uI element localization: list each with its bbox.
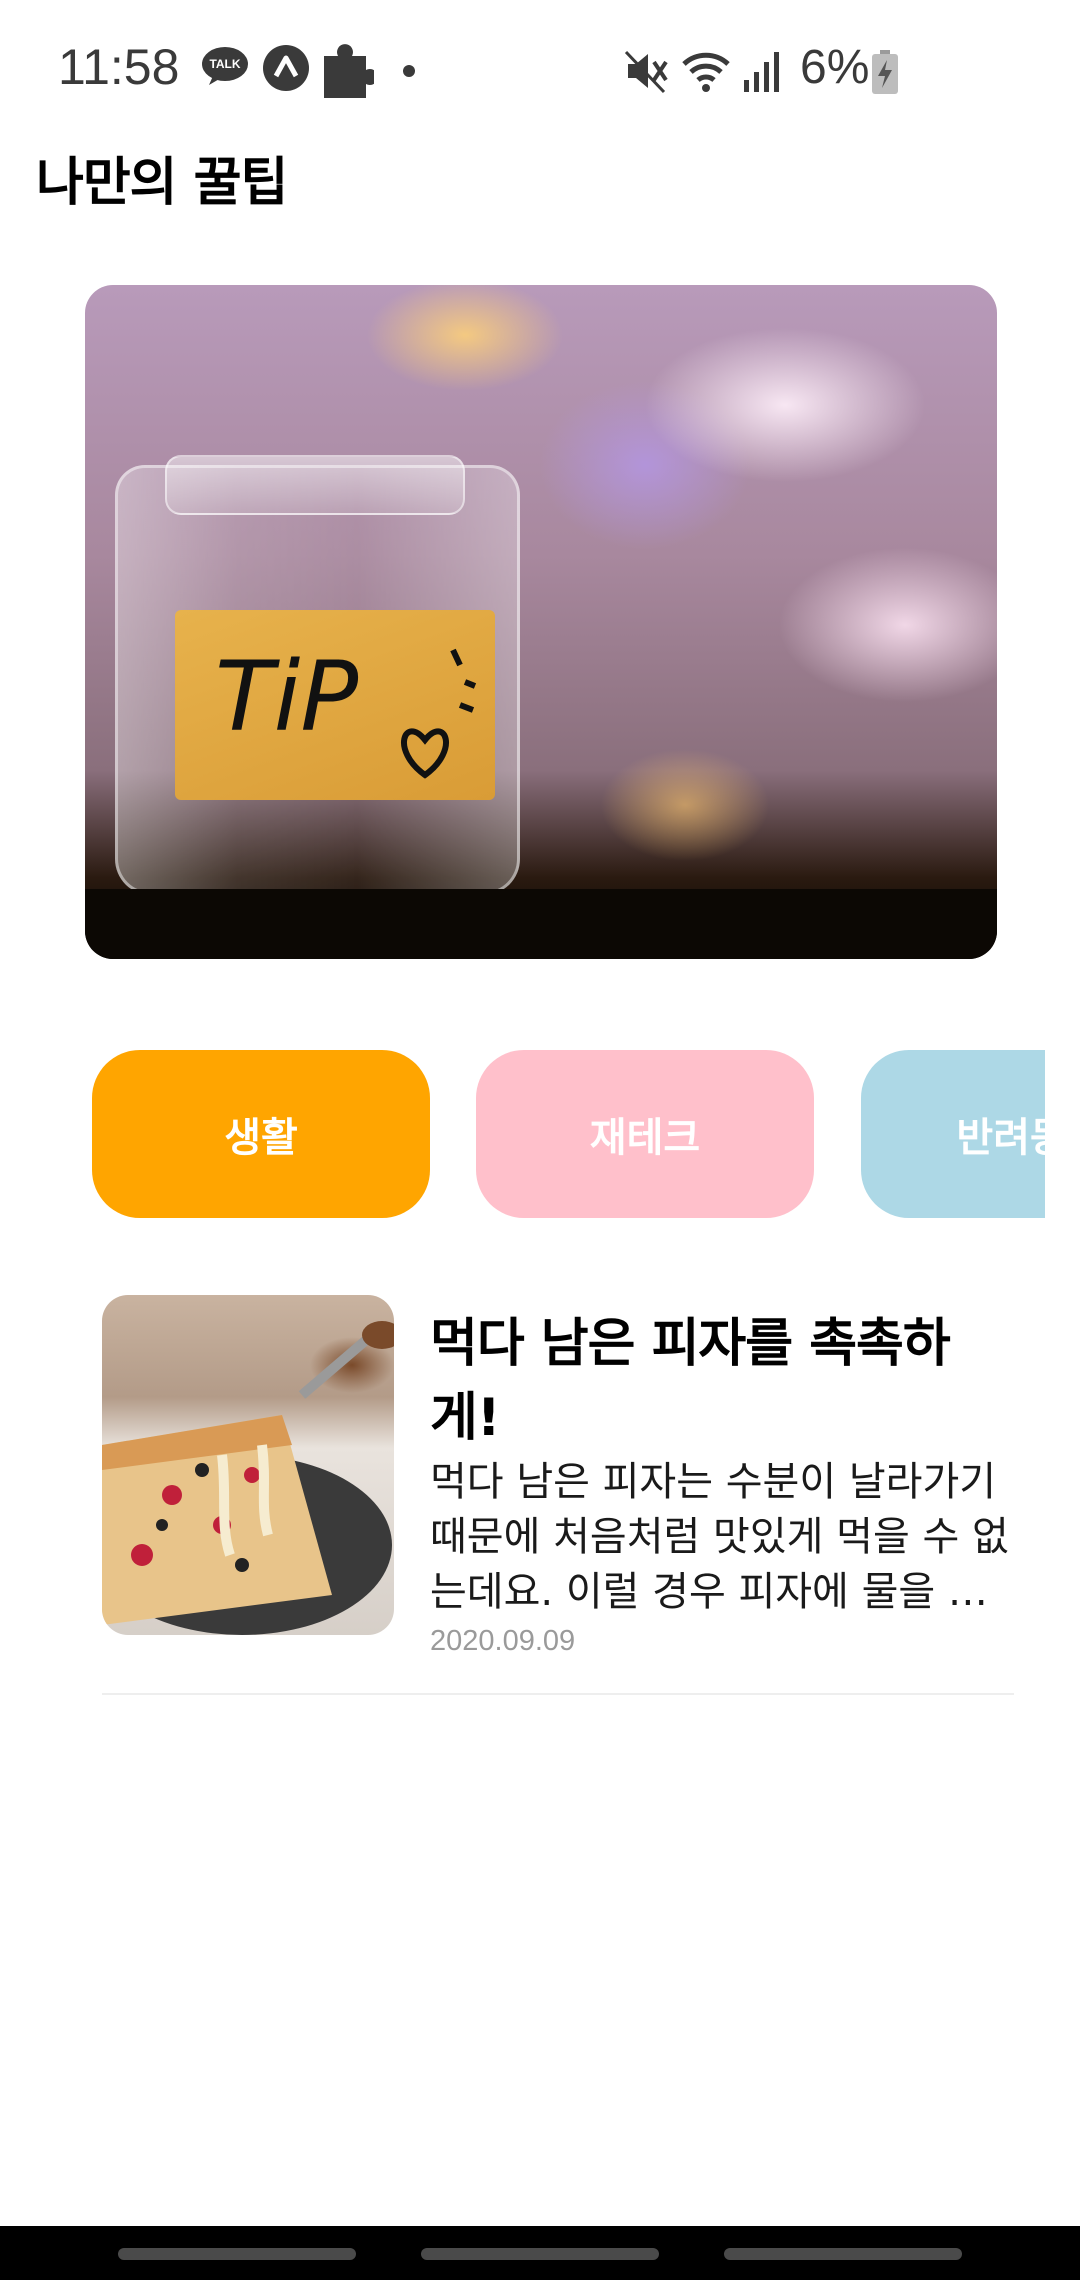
tip-jar-label-text: TiP bbox=[215, 641, 358, 753]
hero-banner-image: TiP bbox=[85, 285, 997, 959]
category-label: 생활 bbox=[224, 1115, 298, 1161]
category-list: 생활 재테크 반려동물 bbox=[0, 1050, 1045, 1220]
navigation-bar bbox=[0, 2226, 1080, 2280]
nav-handle-right[interactable] bbox=[724, 2248, 962, 2260]
category-label: 반려동물 bbox=[956, 1115, 1045, 1161]
battery-percent: 6% bbox=[800, 41, 870, 94]
status-time: 11:58 bbox=[58, 39, 180, 95]
page-title: 나만의 꿀팁 bbox=[36, 153, 288, 213]
category-finance-button[interactable]: 재테크 bbox=[476, 1050, 814, 1218]
tip-thumbnail-image bbox=[102, 1295, 394, 1635]
puzzle-icon bbox=[324, 44, 374, 98]
nav-handle-center[interactable] bbox=[421, 2248, 659, 2260]
table-surface bbox=[85, 889, 997, 959]
battery-charging-icon bbox=[872, 50, 898, 94]
tip-title: 먹다 남은 피자를 촉촉하게! bbox=[430, 1314, 951, 1448]
kakaotalk-icon: TALK bbox=[202, 47, 248, 85]
tip-jar-label: TiP bbox=[175, 610, 495, 800]
tip-jar-lid bbox=[165, 455, 465, 515]
category-label: 재테크 bbox=[589, 1115, 701, 1161]
dot-icon bbox=[403, 65, 415, 77]
screen: 11:58 TALK 6% 나만의 꿀팁 TiP 생활 재테크 반려 먹다 남은… bbox=[0, 0, 1080, 2280]
tip-date: 2020.09.09 bbox=[430, 1625, 576, 1657]
wifi-icon bbox=[682, 52, 730, 92]
category-pet-button[interactable]: 반려동물 bbox=[861, 1050, 1045, 1218]
kakaotalk-badge-text: TALK bbox=[209, 57, 240, 71]
signal-icon bbox=[744, 52, 779, 92]
mute-icon bbox=[624, 50, 668, 94]
category-life-button[interactable]: 생활 bbox=[92, 1050, 430, 1218]
status-bar: 11:58 TALK 6% bbox=[0, 0, 1080, 140]
tip-description: 먹다 남은 피자는 수분이 날라가기 때문에 처음처럼 맛있게 먹을 수 없는데… bbox=[430, 1459, 1009, 1615]
list-divider bbox=[102, 1693, 1014, 1695]
arrow-up-icon bbox=[263, 45, 309, 91]
nav-handle-left[interactable] bbox=[118, 2248, 356, 2260]
tip-card[interactable]: 먹다 남은 피자를 촉촉하게! 먹다 남은 피자는 수분이 날라가기 때문에 처… bbox=[102, 1295, 1014, 1695]
